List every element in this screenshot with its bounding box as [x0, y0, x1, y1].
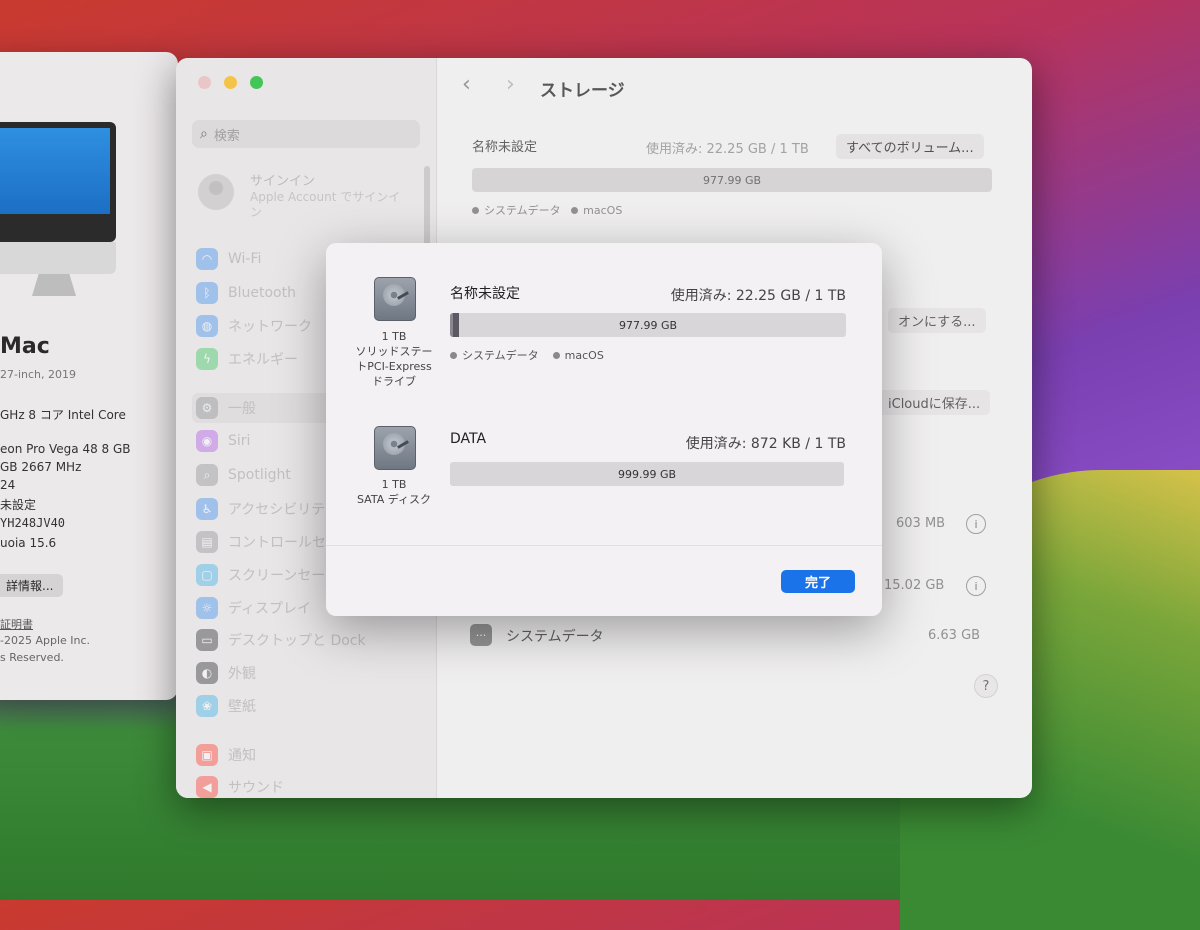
internal-drive-icon [374, 277, 416, 321]
disk-name: 名称未設定 [450, 286, 520, 302]
volume-info-sheet: 1 TB ソリッドステー トPCI-Express ドライブ 名称未設定 使用済… [326, 243, 882, 616]
imac-image [0, 122, 116, 242]
disk-bar-label: 999.99 GB [617, 467, 677, 481]
disk-used: 使用済み: 872 KB / 1 TB [685, 436, 846, 452]
more-info-button[interactable]: 詳情報... [0, 574, 64, 597]
about-spec-chip: GHz 8 コア Intel Core [0, 408, 126, 422]
copyright-line-2: s Reserved. [0, 651, 64, 664]
about-spec-memory: GB 2667 MHz [0, 460, 82, 474]
legend-dot [552, 352, 560, 359]
about-spec-startup: 24 [0, 478, 16, 492]
disk-usage-bar: 999.99 GB [450, 462, 844, 486]
about-title: Mac [0, 334, 50, 359]
done-button[interactable]: 完了 [781, 570, 855, 593]
disk-usage-bar: 977.99 GB [450, 313, 846, 337]
disk-caption: 1 TB ソリッドステー トPCI-Express ドライブ [355, 330, 433, 388]
about-spec-os: uoia 15.6 [0, 536, 57, 550]
disk-bar-label: 977.99 GB [618, 318, 678, 332]
about-spec-name: 未設定 [0, 498, 37, 512]
sata-drive-icon [374, 426, 416, 470]
disk-used: 使用済み: 22.25 GB / 1 TB [670, 288, 846, 304]
copyright-line-1: -2025 Apple Inc. [0, 634, 91, 647]
about-spec-serial: YH248JV40 [0, 516, 66, 530]
about-subtitle: 27-inch, 2019 [0, 368, 77, 381]
about-spec-graphics: eon Pro Vega 48 8 GB [0, 442, 131, 456]
license-link[interactable]: 証明書 [0, 616, 33, 632]
about-this-mac-window: Mac 27-inch, 2019 GHz 8 コア Intel Core eo… [0, 52, 178, 700]
disk-name: DATA [450, 431, 487, 447]
disk-caption: 1 TB SATA ディスク [357, 478, 431, 506]
legend-dot [450, 352, 457, 359]
usage-segment [453, 313, 459, 337]
disk-legend: システムデータ macOS [450, 347, 604, 363]
divider [326, 545, 882, 546]
